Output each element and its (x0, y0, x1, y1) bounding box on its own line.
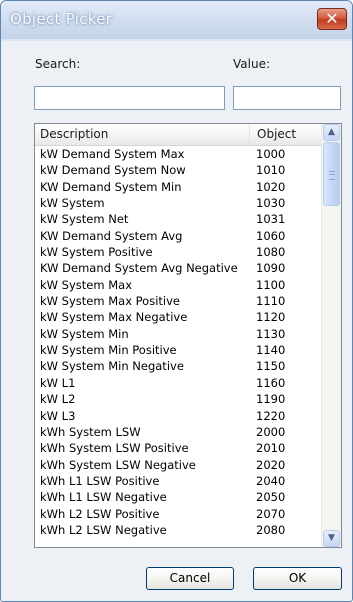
item-description: kWh L1 LSW Negative (40, 490, 167, 505)
item-object: 2000 (256, 424, 286, 439)
item-description: kW System Max Positive (40, 294, 180, 309)
item-description: kW System (40, 196, 105, 211)
item-description: KW Demand System Avg Negative (40, 261, 238, 276)
list-item[interactable]: kW Demand System Max 1000 (35, 146, 323, 162)
list-item[interactable]: kWh System LSW Negative 2020 (35, 457, 323, 473)
search-label: Search: (35, 57, 81, 71)
item-object: 2080 (256, 522, 286, 537)
item-object: 1130 (256, 326, 286, 341)
object-list[interactable]: Description Object kW Demand System Max 1… (34, 123, 342, 548)
grip-icon (329, 171, 335, 180)
list-item[interactable]: KW Demand System Avg 1060 (35, 228, 323, 244)
list-rows: kW Demand System Max 1000 kW Demand System… (35, 146, 323, 538)
list-item[interactable]: kWh L1 LSW Negative 2050 (35, 489, 323, 505)
list-item[interactable]: kWh L2 LSW Positive 2070 (35, 506, 323, 522)
ok-button[interactable]: OK (253, 567, 342, 590)
scroll-down-button[interactable]: ▼ (323, 530, 340, 547)
list-item[interactable]: kW System Net 1031 (35, 211, 323, 227)
item-object: 2050 (256, 490, 286, 505)
item-object: 1140 (256, 343, 286, 358)
item-description: kW System Max Negative (40, 310, 188, 325)
item-description: kW L1 (40, 375, 76, 390)
item-object: 1150 (256, 359, 286, 374)
item-object: 2040 (256, 473, 286, 488)
item-object: 1031 (256, 212, 286, 227)
item-description: KW Demand System Avg (40, 228, 183, 243)
close-icon: ✕ (325, 9, 339, 28)
list-item[interactable]: KW Demand System Avg Negative 1090 (35, 260, 323, 276)
search-input[interactable] (34, 86, 225, 110)
window-title: Object Picker (10, 10, 113, 28)
list-item[interactable]: kW Demand System Now 1010 (35, 162, 323, 178)
item-object: 2010 (256, 441, 286, 456)
item-object: 1000 (256, 147, 286, 161)
item-description: kW Demand System Max (40, 147, 185, 161)
item-object: 1110 (256, 294, 286, 309)
scroll-up-button[interactable]: ▲ (323, 124, 340, 141)
item-object: 1220 (256, 408, 286, 423)
item-description: kW L3 (40, 408, 76, 423)
item-description: kW System Positive (40, 245, 153, 260)
item-object: 1100 (256, 277, 286, 292)
item-description: kWh L1 LSW Positive (40, 473, 160, 488)
list-item[interactable]: kWh L1 LSW Positive 2040 (35, 473, 323, 489)
chevron-up-icon: ▲ (328, 127, 335, 137)
item-description: kW System Net (40, 212, 129, 227)
list-item[interactable]: kW System Max Positive 1110 (35, 293, 323, 309)
list-item[interactable]: kW System Positive 1080 (35, 244, 323, 260)
list-item[interactable]: kWh System LSW Positive 2010 (35, 440, 323, 456)
scrollbar-thumb[interactable] (323, 142, 340, 206)
list-item[interactable]: KW Demand System Min 1020 (35, 179, 323, 195)
item-description: kWh System LSW (40, 424, 141, 439)
column-header-description[interactable]: Description (35, 124, 250, 145)
title-bar[interactable]: Object Picker ✕ (1, 1, 352, 39)
value-label: Value: (233, 57, 270, 71)
item-description: KW Demand System Min (40, 179, 182, 194)
list-item[interactable]: kW L1 1160 (35, 375, 323, 391)
item-object: 2070 (256, 506, 286, 521)
list-item[interactable]: kW System Min 1130 (35, 326, 323, 342)
item-object: 1090 (256, 261, 286, 276)
item-description: kW Demand System Now (40, 163, 186, 178)
close-button[interactable]: ✕ (317, 8, 347, 30)
item-object: 1010 (256, 163, 286, 178)
item-description: kW System Min Negative (40, 359, 184, 374)
list-header: Description Object (35, 124, 323, 146)
list-item[interactable]: kW L3 1220 (35, 408, 323, 424)
list-item[interactable]: kW System Max 1100 (35, 277, 323, 293)
item-object: 1060 (256, 228, 286, 243)
chevron-down-icon: ▼ (328, 533, 335, 543)
item-description: kW L2 (40, 392, 76, 407)
list-item[interactable]: kW L2 1190 (35, 391, 323, 407)
cancel-button[interactable]: Cancel (146, 567, 234, 590)
list-item[interactable]: kW System Min Positive 1140 (35, 342, 323, 358)
item-object: 1160 (256, 375, 286, 390)
item-description: kWh L2 LSW Negative (40, 522, 167, 537)
item-object: 2020 (256, 457, 286, 472)
item-description: kWh L2 LSW Positive (40, 506, 160, 521)
list-item[interactable]: kW System Max Negative 1120 (35, 309, 323, 325)
vertical-scrollbar[interactable]: ▲ ▼ (321, 124, 341, 547)
list-item[interactable]: kW System 1030 (35, 195, 323, 211)
value-input[interactable] (233, 86, 341, 110)
list-item[interactable]: kWh L2 LSW Negative 2080 (35, 522, 323, 538)
item-object: 1030 (256, 196, 286, 211)
object-picker-dialog: Object Picker ✕ Search: Value: Descripti… (0, 0, 353, 602)
item-description: kW System Min (40, 326, 129, 341)
list-item[interactable]: kW System Min Negative 1150 (35, 358, 323, 374)
item-object: 1120 (256, 310, 286, 325)
item-description: kWh System LSW Negative (40, 457, 196, 472)
item-description: kW System Max (40, 277, 132, 292)
item-object: 1190 (256, 392, 286, 407)
column-header-object[interactable]: Object (250, 124, 323, 145)
item-description: kWh System LSW Positive (40, 441, 189, 456)
item-description: kW System Min Positive (40, 343, 177, 358)
item-object: 1080 (256, 245, 286, 260)
list-item[interactable]: kWh System LSW 2000 (35, 424, 323, 440)
item-object: 1020 (256, 179, 286, 194)
